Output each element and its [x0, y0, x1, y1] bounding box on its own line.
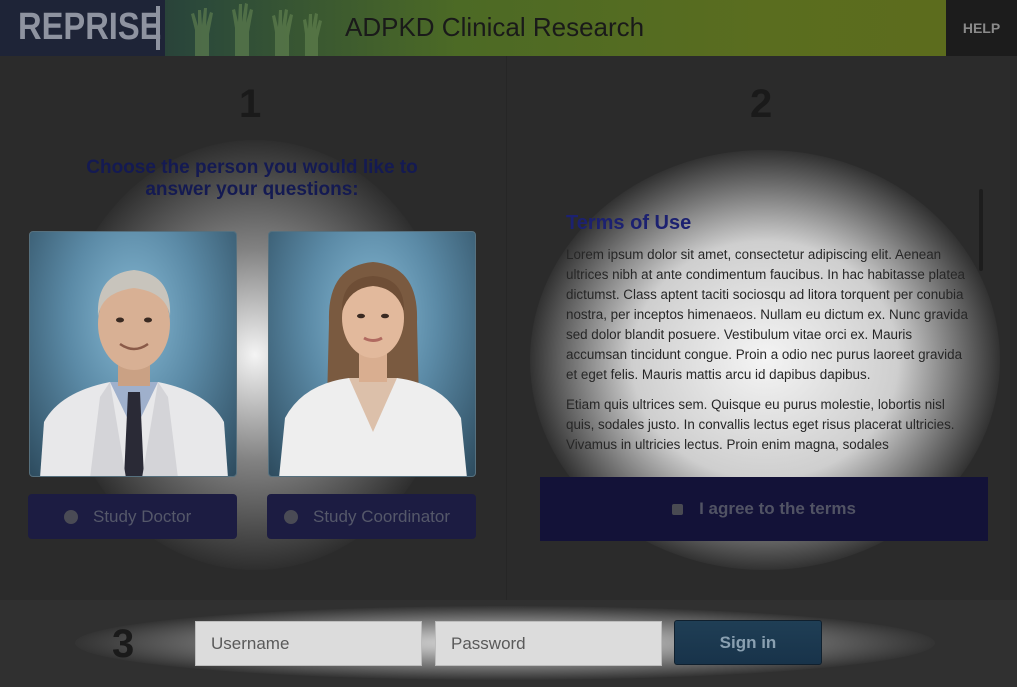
study-coordinator-radio[interactable] — [284, 509, 298, 524]
study-doctor-photo[interactable] — [29, 231, 237, 477]
study-coordinator-label: Study Coordinator — [313, 506, 451, 526]
agree-terms-bar[interactable]: I agree to the terms — [540, 477, 988, 541]
study-doctor-option[interactable]: Study Doctor — [28, 494, 237, 539]
terms-of-use-panel[interactable]: Terms of Use Lorem ipsum dolor sit amet,… — [541, 185, 987, 477]
agree-checkbox[interactable] — [672, 503, 684, 515]
help-button[interactable]: HELP — [946, 0, 1017, 56]
reprise-logo[interactable]: REPRISE — [0, 0, 165, 56]
sign-in-button[interactable]: Sign in — [674, 620, 822, 665]
app-title: ADPKD Clinical Research — [345, 12, 645, 42]
study-doctor-label: Study Doctor — [93, 506, 192, 526]
logo-divider — [156, 6, 160, 50]
username-input[interactable] — [195, 621, 422, 666]
terms-title: Terms of Use — [566, 212, 692, 234]
step-number-2: 2 — [750, 82, 773, 126]
raised-hands-graphic — [191, 3, 322, 56]
terms-body: Lorem ipsum dolor sit amet, consectetur … — [566, 245, 970, 465]
password-input[interactable] — [435, 621, 662, 666]
logo-text: REPRISE — [18, 6, 162, 48]
step-number-1: 1 — [239, 82, 262, 126]
study-coordinator-option[interactable]: Study Coordinator — [267, 494, 476, 539]
terms-scrollbar[interactable] — [979, 189, 983, 271]
study-coordinator-photo[interactable] — [268, 231, 476, 477]
panel-divider — [506, 56, 507, 600]
app-header: REPRISE ADPKD Clinical Research HELP — [0, 0, 1017, 56]
terms-paragraph: Lorem ipsum dolor sit amet, consectetur … — [566, 247, 968, 382]
agree-label: I agree to the terms — [699, 499, 856, 518]
terms-paragraph: Etiam quis ultrices sem. Quisque eu puru… — [566, 397, 955, 452]
step-number-3: 3 — [112, 622, 135, 666]
study-doctor-radio[interactable] — [64, 509, 78, 524]
choose-person-heading: Choose the person you would like to answ… — [86, 157, 418, 200]
